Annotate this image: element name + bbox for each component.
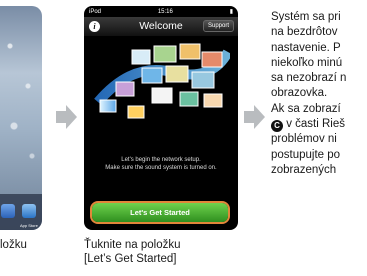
instruction-line: niekoľko minú <box>271 56 343 69</box>
app-store-icon[interactable] <box>22 204 36 218</box>
middle-caption: Ťuknite na položku [Let’s Get Started] <box>84 238 244 266</box>
instruction-line: obrazovka. <box>271 87 328 100</box>
instruction-line: problémov ni <box>271 133 337 146</box>
app-icon[interactable] <box>1 204 15 218</box>
instruction-line: zobrazených <box>271 163 337 176</box>
setup-message: Let's begin the network setup. Make sure… <box>84 156 238 172</box>
phone-screen: iPod 15:16 ▮ i Welcome Support Let's beg… <box>84 6 238 230</box>
nav-bar: i Welcome Support <box>84 17 238 36</box>
status-bar: iPod 15:16 ▮ <box>84 6 238 17</box>
photo-collage-graphic <box>94 43 233 119</box>
instruction-line: sa nezobrazí n <box>271 72 347 85</box>
clock: 15:16 <box>157 8 173 15</box>
instruction-line: na bezdrôtov <box>271 26 338 39</box>
dock: App Store <box>0 194 42 230</box>
carrier: iPod <box>89 8 102 15</box>
battery-icon: ▮ <box>229 9 233 15</box>
photo-collage-image <box>92 42 233 124</box>
instruction-line: postupujte po <box>271 148 341 161</box>
instruction-line: Ak sa zobrazí <box>271 102 341 115</box>
instructions-text: Systém sa pri na bezdrôtov nastavenie. P… <box>271 10 367 178</box>
left-phone-screen: App Store <box>0 6 42 230</box>
support-button[interactable]: Support <box>202 20 234 32</box>
instruction-line: C v časti Rieš <box>271 117 367 133</box>
instruction-line: Systém sa pri <box>271 11 341 23</box>
instruction-line-text: v časti Rieš <box>286 118 345 131</box>
middle-caption-line-2: [Let’s Get Started] <box>84 253 177 265</box>
lets-get-started-button[interactable]: Let's Get Started <box>92 203 228 222</box>
app-store-label: App Store <box>20 223 38 228</box>
setup-message-line-1: Let's begin the network setup. <box>121 157 201 163</box>
left-caption: ložku <box>0 239 27 251</box>
circle-c-marker-icon: C <box>271 120 283 133</box>
setup-message-line-2: Make sure the sound system is turned on. <box>105 165 217 171</box>
instruction-line: nastavenie. P <box>271 41 341 54</box>
middle-caption-line-1: Ťuknite na položku <box>84 239 181 251</box>
